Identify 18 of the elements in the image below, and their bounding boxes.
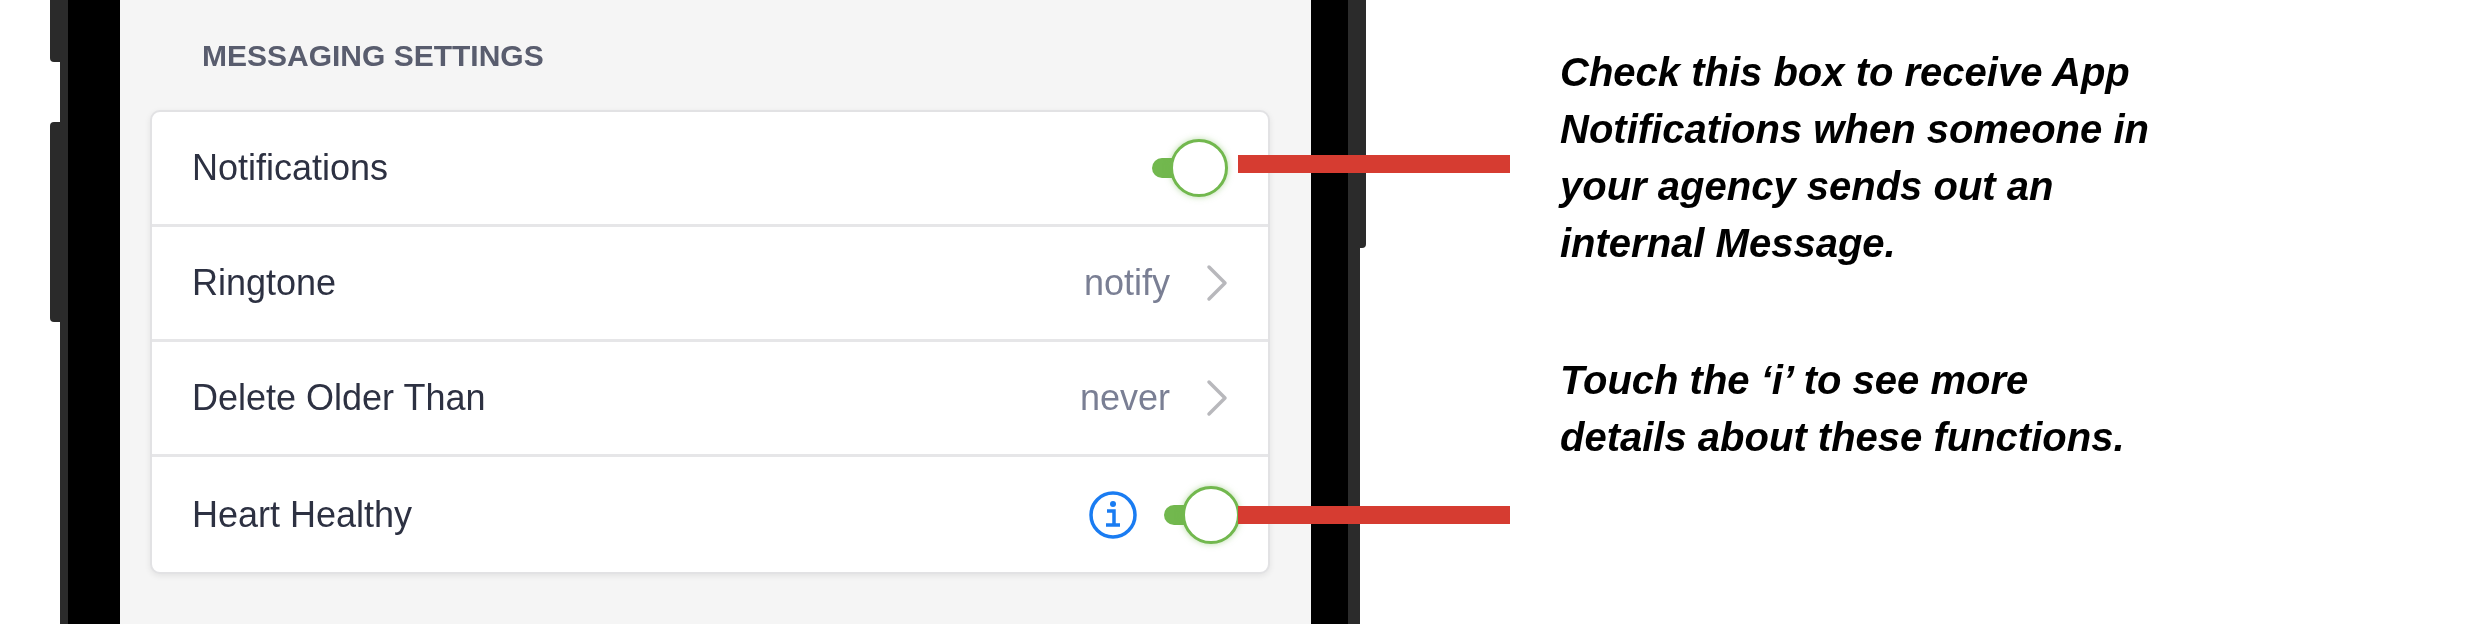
toggle-switch[interactable] — [1152, 139, 1228, 197]
chevron-right-icon — [1206, 379, 1228, 417]
setting-label: Ringtone — [192, 261, 338, 305]
toggle-switch[interactable] — [1164, 485, 1240, 544]
section-title: MESSAGING SETTINGS — [202, 37, 544, 74]
callout-text: Touch the ‘i’ to see more details about these functions. — [1560, 357, 2126, 461]
settings-row[interactable]: Notifications — [152, 112, 1268, 227]
settings-row[interactable]: Ringtone notify — [152, 227, 1268, 342]
setting-label: Delete Older Than — [192, 376, 487, 420]
info-icon[interactable] — [1088, 489, 1138, 540]
chevron-right-icon — [1206, 264, 1228, 302]
setting-label: Notifications — [192, 146, 390, 190]
setting-value: notify — [1083, 261, 1170, 305]
setting-label: Heart Healthy — [192, 492, 414, 537]
settings-row[interactable]: Heart Healthy — [152, 457, 1268, 572]
setting-value: never — [1079, 376, 1170, 420]
callout-text: Check this box to receive App Notifications when someone in your agency sends out an internal Message. — [1560, 49, 2150, 267]
settings-row[interactable]: Delete Older Than never — [152, 342, 1268, 457]
